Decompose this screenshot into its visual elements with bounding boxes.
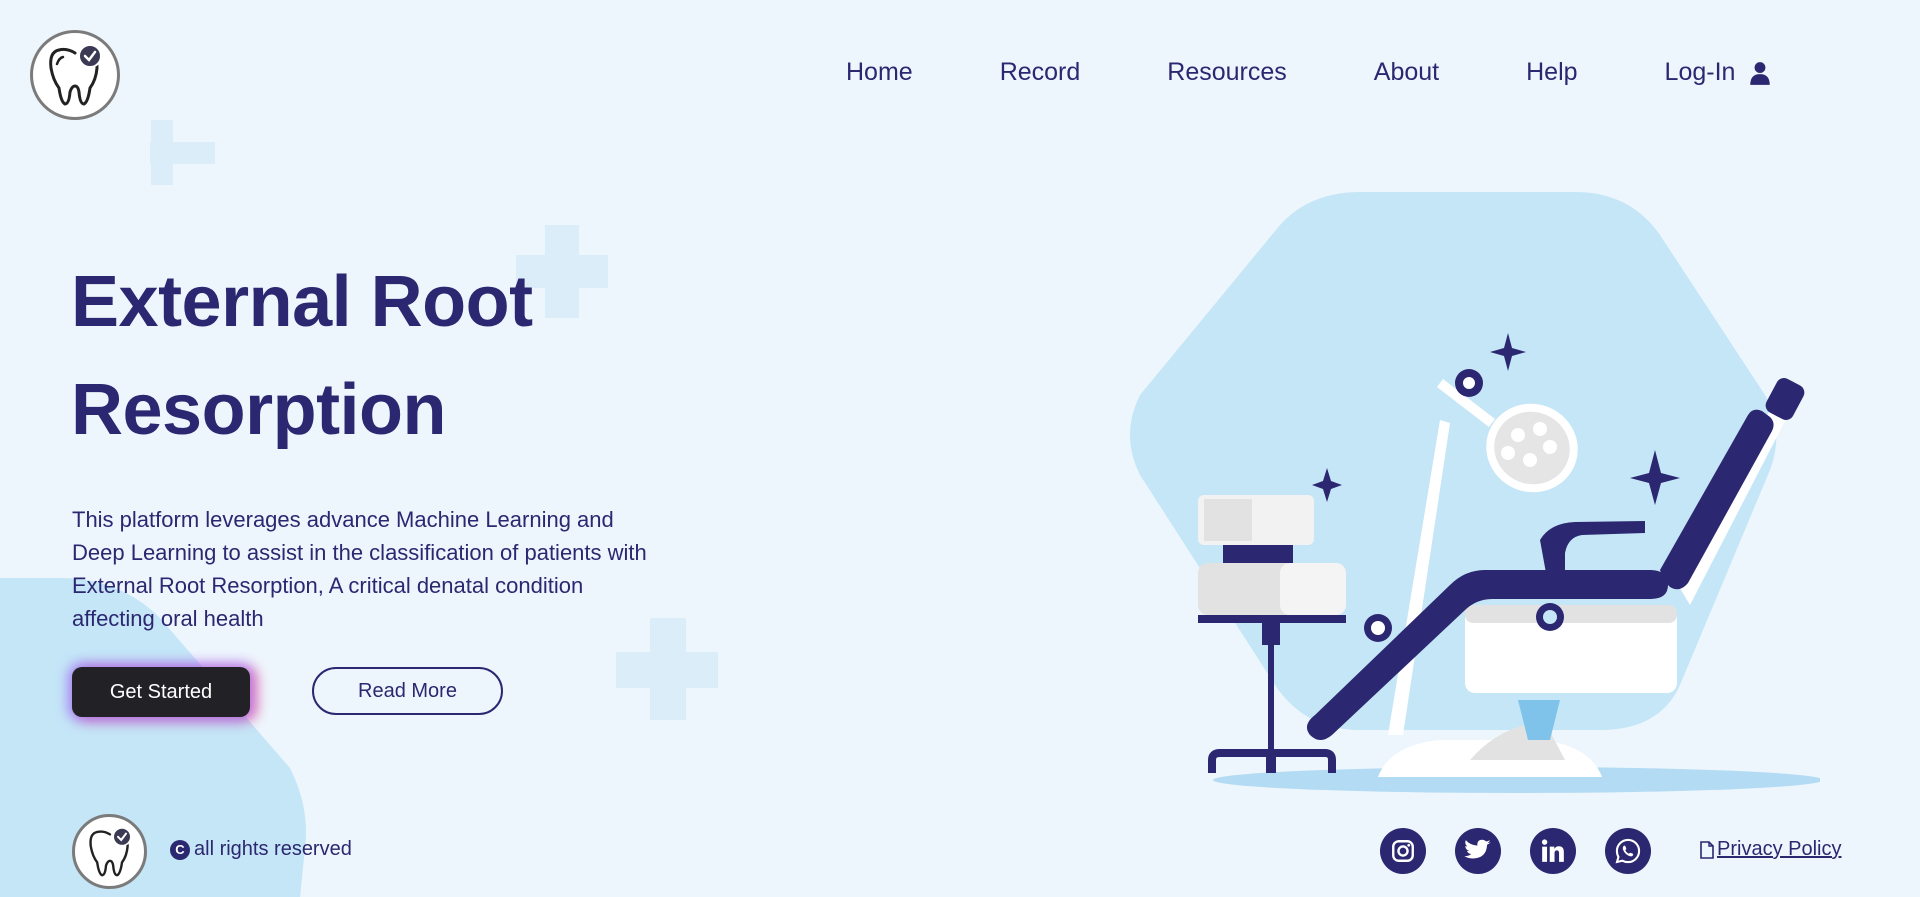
- linkedin-icon: [1541, 839, 1564, 862]
- dental-chair-illustration: [1130, 192, 1820, 793]
- privacy-policy-link[interactable]: Privacy Policy: [1700, 838, 1841, 861]
- nav-help[interactable]: Help: [1526, 58, 1577, 87]
- tooth-icon: [88, 826, 132, 876]
- whatsapp-link[interactable]: [1605, 828, 1651, 874]
- copyright-text: all rights reserved: [194, 838, 352, 860]
- nav-record[interactable]: Record: [1000, 58, 1081, 87]
- privacy-policy-label: Privacy Policy: [1717, 838, 1842, 860]
- instagram-link[interactable]: [1380, 828, 1426, 874]
- user-icon[interactable]: [1747, 60, 1773, 86]
- footer-logo[interactable]: [72, 814, 147, 889]
- whatsapp-icon: [1615, 838, 1641, 864]
- nav-login[interactable]: Log-In: [1665, 58, 1736, 87]
- nav-resources[interactable]: Resources: [1167, 58, 1287, 87]
- twitter-icon: [1464, 839, 1491, 859]
- tooth-icon: [49, 44, 102, 106]
- document-icon: [1700, 840, 1714, 859]
- copyright: C all rights reserved: [170, 838, 352, 861]
- instagram-icon: [1392, 840, 1414, 862]
- get-started-button[interactable]: Get Started: [72, 667, 250, 717]
- nav-home[interactable]: Home: [846, 58, 913, 87]
- copyright-icon: C: [170, 839, 190, 860]
- read-more-button[interactable]: Read More: [312, 667, 503, 715]
- logo[interactable]: [30, 30, 120, 120]
- hexagon-background: [1130, 192, 1777, 730]
- twitter-link[interactable]: [1455, 828, 1501, 874]
- hero-title: External Root Resorption: [71, 248, 533, 464]
- hero-title-line1: External Root: [71, 262, 533, 342]
- linkedin-link[interactable]: [1530, 828, 1576, 874]
- hero-description: This platform leverages advance Machine …: [72, 507, 647, 631]
- main-nav: Home Record Resources About Help Log-In: [846, 58, 1773, 87]
- nav-about[interactable]: About: [1374, 58, 1439, 87]
- hero-title-line2: Resorption: [71, 370, 447, 450]
